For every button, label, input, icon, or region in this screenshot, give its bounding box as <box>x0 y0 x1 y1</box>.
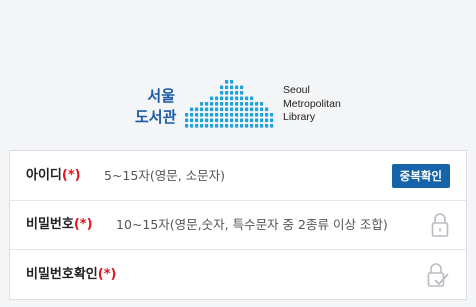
logo-english-line2: Metropolitan <box>283 97 341 110</box>
id-row: 아이디(*) 5~15자(영문, 소문자) 중복확인 <box>10 151 466 201</box>
password-confirm-label: 비밀번호확인(*) <box>26 250 116 299</box>
duplicate-check-button[interactable]: 중복확인 <box>391 164 450 188</box>
required-mark: (*) <box>97 267 117 282</box>
lock-icon <box>431 213 449 237</box>
library-building-icon <box>185 80 274 128</box>
password-label-text: 비밀번호 <box>26 217 74 232</box>
id-label-text: 아이디 <box>26 168 62 183</box>
password-confirm-row: 비밀번호확인(*) <box>10 250 466 299</box>
logo-korean-line2: 도서관 <box>135 108 177 126</box>
logo-english-line3: Library <box>283 111 316 123</box>
password-confirm-input[interactable] <box>150 250 410 299</box>
logo-english-text: Seoul Metropolitan Library <box>283 84 341 125</box>
required-mark: (*) <box>61 168 81 183</box>
password-row: 비밀번호(*) 10~15자(영문,숫자, 특수문자 중 2종류 이상 조합) <box>10 200 466 250</box>
lock-check-icon <box>427 263 449 287</box>
signup-form: 아이디(*) 5~15자(영문, 소문자) 중복확인 비밀번호(*) 10~15… <box>9 150 467 300</box>
library-logo: 서울 도서관 Seoul Metropolitan Library <box>135 72 350 128</box>
logo-korean-line1: 서울 <box>147 87 175 105</box>
logo-korean-text: 서울 도서관 <box>135 86 177 128</box>
logo-english-line1: Seoul <box>283 84 310 96</box>
id-input[interactable]: 5~15자(영문, 소문자) <box>104 151 225 200</box>
required-mark: (*) <box>73 217 93 232</box>
password-label: 비밀번호(*) <box>26 200 93 249</box>
password-confirm-label-text: 비밀번호확인 <box>26 267 98 282</box>
password-input[interactable]: 10~15자(영문,숫자, 특수문자 중 2종류 이상 조합) <box>116 200 388 249</box>
id-label: 아이디(*) <box>26 151 81 200</box>
